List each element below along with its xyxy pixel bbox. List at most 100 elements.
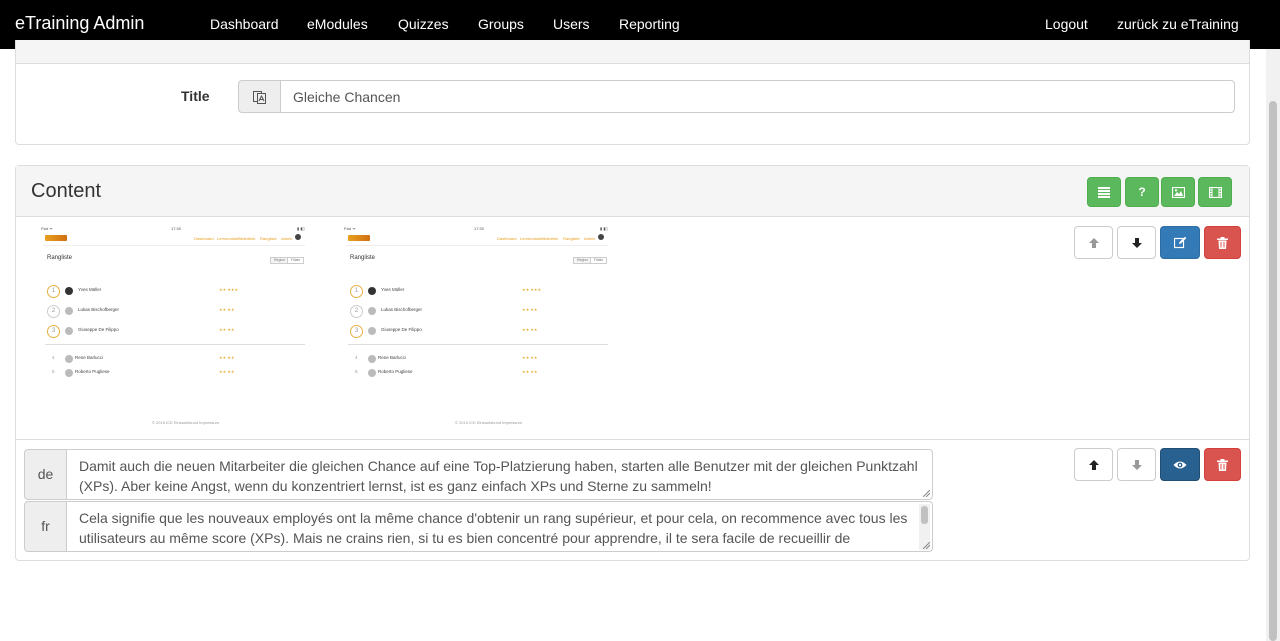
preview-status-time: 17:30	[171, 226, 182, 231]
preview-rank: 2	[350, 305, 363, 318]
content-title: Content	[31, 180, 102, 202]
preview-rank: 2	[47, 305, 60, 318]
preview-divider	[348, 344, 608, 345]
preview-avatar	[65, 355, 73, 363]
nav-logout[interactable]: Logout	[1045, 16, 1088, 32]
question-icon: ?	[1138, 185, 1146, 199]
preview-user-icon	[295, 234, 301, 240]
preview-avatar	[65, 369, 73, 377]
text-fr-textarea[interactable]: Cela signifie que les nouveaux employés …	[66, 501, 933, 552]
preview-score: ★★ ★★	[522, 307, 538, 312]
preview-score: ★★ ★★	[219, 355, 235, 360]
preview-nav-link: Admin	[584, 236, 596, 241]
preview-name: Lukas Bischofberger	[381, 307, 423, 312]
preview-toggle-filiale: Filiale	[590, 257, 608, 264]
item-divider	[16, 439, 1249, 440]
page-scrollbar[interactable]	[1266, 49, 1280, 641]
nav-quizzes[interactable]: Quizzes	[398, 16, 449, 32]
preview-score: ★★ ★★	[522, 369, 538, 374]
move-down-button[interactable]	[1117, 448, 1156, 481]
eye-icon	[1173, 461, 1187, 468]
arrow-down-icon	[1131, 237, 1142, 248]
preview-rank: 1	[350, 285, 363, 298]
preview-nav-link: Lernmodule	[217, 236, 239, 241]
preview-logo	[45, 235, 67, 241]
nav-emodules[interactable]: eModules	[307, 16, 368, 32]
preview-toggle-filiale: Filiale	[287, 257, 305, 264]
move-down-button[interactable]	[1117, 226, 1156, 259]
film-icon	[1208, 186, 1222, 198]
delete-button[interactable]	[1204, 448, 1241, 481]
brand-title[interactable]: eTraining Admin	[15, 13, 144, 34]
list-icon	[1098, 186, 1110, 198]
preview-divider	[45, 344, 305, 345]
preview-avatar	[368, 369, 376, 377]
nav-users[interactable]: Users	[553, 16, 590, 32]
preview-footer: © 2015 ICE Einkaufsbund Impressum	[152, 420, 219, 425]
preview-avatar	[368, 355, 376, 363]
nav-back-to-etraining[interactable]: zurück zu eTraining	[1117, 16, 1239, 32]
preview-rank: 1	[47, 285, 60, 298]
add-question-button[interactable]: ?	[1125, 177, 1159, 207]
preview-nav-link: Lernmodule	[520, 236, 542, 241]
text-de-textarea[interactable]: Damit auch die neuen Mitarbeiter die gle…	[66, 449, 933, 500]
preview-name: Yves Müller	[78, 287, 102, 292]
title-input[interactable]	[280, 80, 1235, 113]
nav-dashboard[interactable]: Dashboard	[210, 16, 279, 32]
preview-name: Roberto Pugliese	[75, 369, 110, 374]
edit-button[interactable]	[1160, 226, 1200, 259]
screenshot-preview-2: Pad ᯤ 17:30 ▮ ▮▯ Dashboard Lernmodule Bi…	[340, 223, 612, 433]
title-panel: Title	[15, 40, 1250, 145]
preview-status-left: Pad ᯤ	[344, 226, 356, 231]
text-fr-scrollbar-thumb[interactable]	[921, 506, 928, 524]
add-video-button[interactable]	[1198, 177, 1232, 207]
preview-score: ★★ ★★	[219, 369, 235, 374]
add-text-button[interactable]	[1087, 177, 1121, 207]
arrow-up-icon	[1088, 459, 1099, 470]
preview-score: ★★ ★★	[219, 307, 235, 312]
preview-nav-link: Rangliste	[563, 236, 580, 241]
move-up-button[interactable]	[1074, 448, 1113, 481]
trash-icon	[1217, 458, 1228, 471]
preview-score: ★★ ★★★	[219, 287, 239, 292]
move-up-button[interactable]	[1074, 226, 1113, 259]
arrow-up-icon	[1088, 237, 1099, 248]
screenshot-preview-1: Pad ᯤ 17:30 ▮ ▮▯ Dashboard Lernmodule Bi…	[37, 223, 309, 433]
preview-rank: 4	[355, 355, 358, 360]
preview-toggle-button[interactable]	[1160, 448, 1200, 481]
preview-rank: 5	[52, 369, 55, 374]
preview-nav-link: Bibliothek	[541, 236, 559, 241]
page-scrollbar-thumb[interactable]	[1269, 101, 1277, 641]
preview-name: Rene Barlucci	[378, 355, 407, 360]
resize-grip-icon[interactable]	[923, 490, 930, 497]
preview-user-icon	[598, 234, 604, 240]
preview-score: ★★ ★★★	[522, 287, 542, 292]
preview-rank: 3	[47, 325, 60, 338]
translate-addon	[238, 80, 281, 113]
lang-addon-de: de	[24, 449, 67, 500]
preview-status-right: ▮ ▮▯	[600, 226, 608, 231]
preview-score: ★★ ★★	[522, 355, 538, 360]
nav-groups[interactable]: Groups	[478, 16, 524, 32]
title-label: Title	[181, 88, 210, 104]
preview-nav-link: Rangliste	[260, 236, 277, 241]
preview-status-left: Pad ᯤ	[41, 226, 53, 231]
preview-name: Giuseppe De Filippo	[381, 327, 422, 332]
text-de-content: Damit auch die neuen Mitarbeiter die gle…	[79, 458, 918, 494]
preview-avatar	[368, 327, 376, 335]
resize-grip-icon[interactable]	[923, 542, 930, 549]
content-panel-heading: Content ?	[16, 166, 1249, 217]
preview-rank: 3	[350, 325, 363, 338]
preview-rank: 4	[52, 355, 55, 360]
delete-button[interactable]	[1204, 226, 1241, 259]
preview-rank: 5	[355, 369, 358, 374]
add-image-button[interactable]	[1161, 177, 1195, 207]
preview-name: Lukas Bischofberger	[78, 307, 120, 312]
edit-icon	[1173, 236, 1186, 249]
content-panel: Content ? Pad ᯤ 17:30 ▮ ▮▯ Dashboard Ler…	[15, 165, 1250, 561]
preview-nav-link: Dashboard	[194, 236, 214, 241]
preview-name: Giuseppe De Filippo	[78, 327, 119, 332]
preview-divider	[43, 245, 305, 246]
preview-nav-link: Admin	[281, 236, 293, 241]
nav-reporting[interactable]: Reporting	[619, 16, 680, 32]
